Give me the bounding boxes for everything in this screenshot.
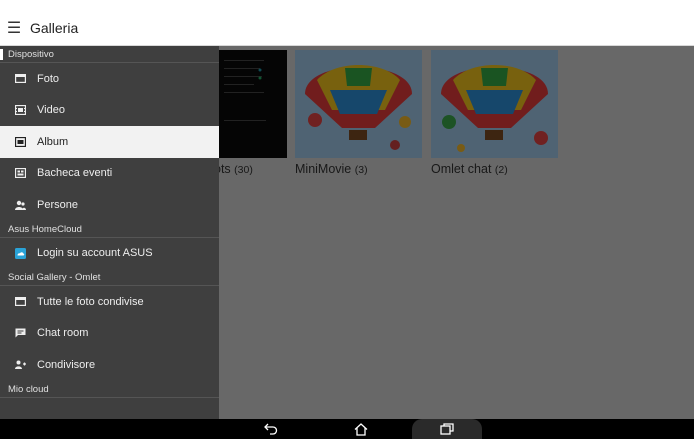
app-title: Galleria	[30, 19, 79, 36]
drawer-item-foto[interactable]: Foto	[0, 63, 219, 95]
section-header-mio-cloud: Mio cloud	[0, 381, 219, 398]
sharer-icon	[13, 358, 27, 372]
drawer-item-video[interactable]: Video	[0, 95, 219, 127]
photo-icon	[13, 72, 27, 86]
drawer-item-label: Foto	[37, 72, 60, 85]
drawer-item-persone[interactable]: Persone	[0, 189, 219, 221]
section-header-social-gallery: Social Gallery - Omlet	[0, 269, 219, 286]
drawer-item-label: Bacheca eventi	[37, 167, 113, 180]
album-icon	[13, 135, 27, 149]
recents-icon[interactable]	[434, 419, 460, 439]
drawer-item-label: Tutte le foto condivise	[37, 295, 144, 308]
drawer-item-label: Video	[37, 104, 65, 117]
home-icon[interactable]	[348, 419, 374, 439]
app-bar: ☰ Galleria	[0, 10, 694, 46]
chat-icon	[13, 326, 27, 340]
navigation-drawer: Dispositivo Foto Video Album Bacheca eve…	[0, 46, 219, 419]
system-nav-bar	[0, 419, 694, 439]
drawer-item-label: Login su account ASUS	[37, 247, 153, 260]
shared-photos-icon	[13, 295, 27, 309]
drawer-item-tutte-le-foto[interactable]: Tutte le foto condivise	[0, 286, 219, 318]
status-strip	[0, 0, 694, 10]
drawer-item-album[interactable]: Album	[0, 126, 219, 158]
drawer-item-condivisore[interactable]: Condivisore	[0, 349, 219, 381]
hamburger-icon[interactable]: ☰	[0, 10, 28, 46]
event-board-icon	[13, 166, 27, 180]
back-icon[interactable]	[258, 419, 284, 439]
drawer-item-bacheca-eventi[interactable]: Bacheca eventi	[0, 158, 219, 190]
people-icon	[13, 198, 27, 212]
drawer-item-label: Chat room	[37, 327, 89, 340]
drawer-item-label: Condivisore	[37, 358, 96, 371]
drawer-item-login-asus[interactable]: Login su account ASUS	[0, 238, 219, 270]
cloud-login-icon	[13, 246, 27, 260]
video-icon	[13, 103, 27, 117]
section-header-homecloud: Asus HomeCloud	[0, 221, 219, 238]
drawer-item-chat-room[interactable]: Chat room	[0, 318, 219, 350]
section-header-device: Dispositivo	[0, 46, 219, 63]
drawer-item-label: Persone	[37, 198, 78, 211]
drawer-item-label: Album	[37, 135, 69, 148]
